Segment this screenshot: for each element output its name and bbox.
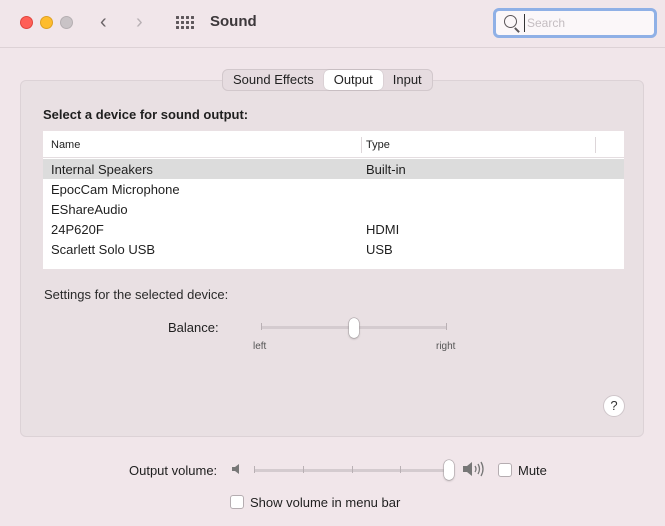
output-volume-label: Output volume:: [129, 463, 218, 478]
column-divider: [361, 137, 362, 153]
zoom-button[interactable]: [60, 16, 73, 29]
balance-left-label: left: [253, 341, 267, 352]
back-chevron-icon[interactable]: ‹: [100, 12, 107, 32]
balance-right-label: right: [436, 341, 456, 352]
device-name: EpocCam Microphone: [51, 182, 180, 197]
table-row[interactable]: 24P620F HDMI: [43, 219, 624, 239]
device-heading: Select a device for sound output:: [43, 107, 249, 122]
slider-tick: [303, 466, 304, 473]
device-type: HDMI: [366, 222, 400, 237]
segmented-tabs: Sound Effects Output Input: [222, 69, 433, 91]
table-row[interactable]: EpocCam Microphone: [43, 179, 624, 199]
search-field[interactable]: [493, 8, 657, 38]
device-type: Built-in: [366, 162, 406, 177]
device-table: Name Type Internal Speakers Built-in Epo…: [43, 131, 624, 269]
device-name: Scarlett Solo USB: [51, 242, 156, 257]
forward-chevron-icon[interactable]: ›: [136, 12, 143, 32]
column-header-name[interactable]: Name: [51, 139, 80, 151]
speaker-high-icon: [462, 461, 486, 480]
title-bar: ‹ › Sound: [0, 0, 665, 48]
search-input[interactable]: [524, 14, 648, 32]
slider-tick: [446, 323, 447, 330]
show-volume-menu-bar-label: Show volume in menu bar: [250, 495, 401, 510]
close-button[interactable]: [20, 16, 33, 29]
table-row[interactable]: EShareAudio: [43, 199, 624, 219]
volume-knob[interactable]: [444, 460, 454, 480]
balance-knob[interactable]: [349, 318, 359, 338]
column-divider: [595, 137, 596, 153]
device-name: 24P620F: [51, 222, 104, 237]
settings-label: Settings for the selected device:: [44, 287, 229, 302]
column-header-type[interactable]: Type: [366, 139, 390, 151]
slider-tick: [400, 466, 401, 473]
help-button[interactable]: ?: [603, 395, 625, 417]
slider-tick: [352, 466, 353, 473]
speaker-low-icon: [231, 462, 243, 479]
tab-input[interactable]: Input: [383, 70, 432, 90]
mute-label: Mute: [518, 463, 547, 478]
balance-label: Balance:: [168, 320, 219, 335]
show-all-grid-icon[interactable]: [176, 16, 194, 30]
search-icon: [504, 15, 517, 28]
slider-tick: [254, 466, 255, 473]
device-type: USB: [366, 242, 393, 257]
table-row[interactable]: Internal Speakers Built-in: [43, 159, 624, 179]
table-header: Name Type: [43, 131, 624, 158]
tab-sound-effects[interactable]: Sound Effects: [223, 70, 324, 90]
tab-output[interactable]: Output: [323, 70, 383, 90]
table-row[interactable]: Scarlett Solo USB USB: [43, 239, 624, 259]
window-title: Sound: [210, 13, 257, 30]
slider-tick: [261, 323, 262, 330]
device-name: Internal Speakers: [51, 162, 153, 177]
mute-checkbox[interactable]: [498, 463, 512, 477]
device-name: EShareAudio: [51, 202, 128, 217]
minimize-button[interactable]: [40, 16, 53, 29]
show-volume-menu-bar-checkbox[interactable]: [230, 495, 244, 509]
